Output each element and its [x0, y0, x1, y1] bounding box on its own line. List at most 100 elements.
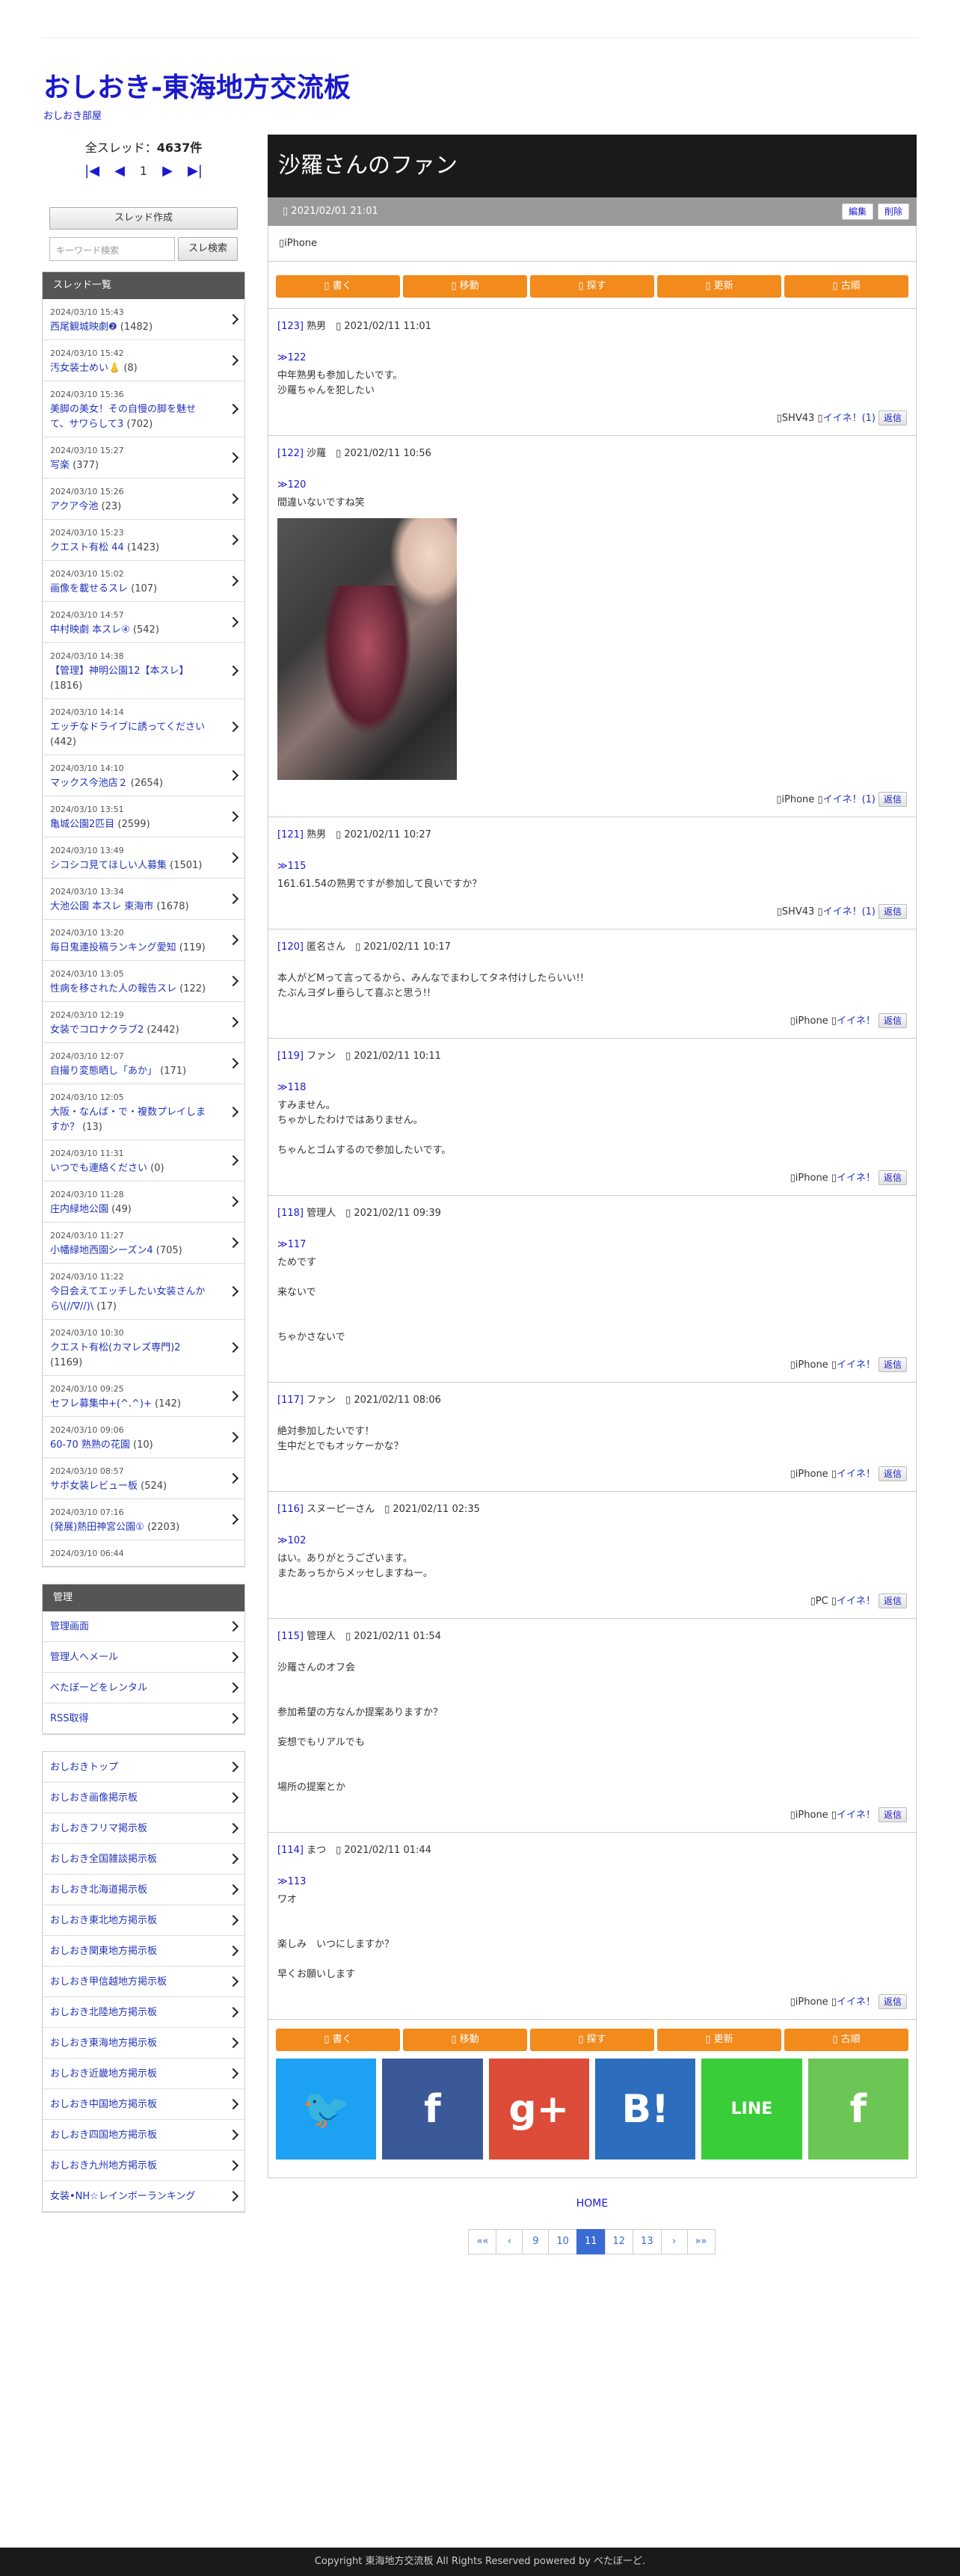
feedly-icon[interactable]: f: [807, 2059, 908, 2160]
admin-link[interactable]: 管理人へメール: [50, 1652, 118, 1663]
list-item[interactable]: 2024/03/10 12:19 女装でコロナクラブ2 (2442): [43, 1002, 244, 1043]
thread-link[interactable]: サボ女装レビュー板: [50, 1481, 138, 1492]
thread-link[interactable]: 大阪・なんば・で・複数プレイしますか？: [50, 1107, 206, 1133]
hatena-icon[interactable]: B!: [594, 2059, 696, 2160]
list-item[interactable]: 2024/03/10 13:20 毎日鬼連投稿ランキング愛知 (119): [43, 920, 244, 961]
list-item[interactable]: 2024/03/10 15:23 クエスト有松 44 (1423): [43, 520, 244, 561]
like-button[interactable]: イイネ！: [837, 1596, 876, 1607]
board-link[interactable]: おしおき東北地方掲示板: [50, 1915, 157, 1926]
list-item[interactable]: 2024/03/10 12:05 大阪・なんば・で・複数プレイしますか？ (13): [43, 1084, 244, 1140]
post-number[interactable]: [121]: [277, 829, 304, 840]
edit-button[interactable]: 編集: [841, 203, 873, 220]
board-link[interactable]: おしおきトップ: [50, 1762, 118, 1773]
list-item[interactable]: 2024/03/10 13:34 大池公園 本スレ 東海市 (1678): [43, 879, 244, 920]
board-link-item[interactable]: おしおき中国地方掲示板: [43, 2089, 244, 2120]
post-number[interactable]: [119]: [277, 1051, 304, 1062]
page-link[interactable]: »»: [686, 2229, 716, 2254]
post-number[interactable]: [115]: [277, 1631, 304, 1642]
reply-button[interactable]: 返信: [878, 1013, 907, 1028]
list-item[interactable]: 2024/03/10 13:51 亀城公園2匹目 (2599): [43, 796, 244, 837]
page-link[interactable]: 12: [604, 2229, 634, 2254]
reply-button[interactable]: 返信: [878, 1593, 907, 1608]
post-number[interactable]: [123]: [277, 321, 304, 332]
board-link[interactable]: おしおき北陸地方掲示板: [50, 2007, 157, 2018]
action-button[interactable]: ▯ 書く: [276, 2029, 400, 2051]
like-button[interactable]: イイネ！(1): [823, 906, 876, 917]
like-button[interactable]: イイネ！: [837, 1469, 876, 1480]
board-link-item[interactable]: おしおきトップ: [43, 1752, 244, 1783]
board-link[interactable]: おしおき甲信越地方掲示板: [50, 1976, 167, 1988]
admin-item[interactable]: 管理人へメール: [43, 1642, 244, 1673]
next-page-icon[interactable]: ▶: [162, 163, 173, 179]
thread-link[interactable]: 汚女装士めい👃: [50, 363, 120, 374]
admin-link[interactable]: RSS取得: [50, 1713, 89, 1724]
reply-button[interactable]: 返信: [878, 792, 907, 807]
board-link-item[interactable]: おしおき画像掲示板: [43, 1783, 244, 1813]
last-page-icon[interactable]: ▶|: [188, 163, 203, 179]
thread-link[interactable]: 毎日鬼連投稿ランキング愛知: [50, 942, 176, 953]
list-item[interactable]: 2024/03/10 15:26 アクア今池 (23): [43, 479, 244, 520]
search-button[interactable]: スレ検索: [178, 237, 238, 261]
like-button[interactable]: イイネ！: [837, 1810, 876, 1821]
board-link-item[interactable]: おしおき甲信越地方掲示板: [43, 1967, 244, 1997]
list-item[interactable]: 2024/03/10 13:49 シコシコ見てほしい人募集 (1501): [43, 837, 244, 879]
admin-link[interactable]: 管理画面: [50, 1621, 89, 1632]
thread-link[interactable]: エッチなドライブに誘ってください: [50, 722, 205, 733]
post-number[interactable]: [117]: [277, 1395, 304, 1406]
like-button[interactable]: イイネ！(1): [823, 794, 876, 805]
board-link[interactable]: おしおき四国地方掲示板: [50, 2130, 157, 2141]
post-reference[interactable]: ≫102: [277, 1534, 907, 1549]
list-item[interactable]: 2024/03/10 15:43 西尾観城映劇❷ (1482): [43, 299, 244, 340]
list-item[interactable]: 2024/03/10 15:42 汚女装士めい👃 (8): [43, 340, 244, 381]
thread-link[interactable]: 60-70 熟熟の花園: [50, 1439, 130, 1451]
board-link[interactable]: おしおき近畿地方掲示板: [50, 2068, 157, 2079]
reply-button[interactable]: 返信: [878, 1357, 907, 1372]
thread-link[interactable]: 庄内緑地公園: [50, 1204, 108, 1215]
reply-button[interactable]: 返信: [878, 1807, 907, 1822]
board-link[interactable]: おしおき九州地方掲示板: [50, 2160, 157, 2171]
board-link[interactable]: おしおき関東地方掲示板: [50, 1946, 157, 1957]
post-photo[interactable]: [277, 518, 457, 780]
thread-link[interactable]: 性病を移された人の報告スレ: [50, 983, 176, 995]
reply-button[interactable]: 返信: [878, 411, 907, 425]
site-subtitle[interactable]: おしおき部屋: [43, 108, 102, 122]
post-number[interactable]: [116]: [277, 1504, 304, 1515]
list-item[interactable]: 2024/03/10 10:30 クエスト有松(カマレズ専門)2 (1169): [43, 1320, 244, 1376]
reply-button[interactable]: 返信: [878, 1170, 907, 1185]
board-link[interactable]: おしおき北海道掲示板: [50, 1884, 147, 1896]
list-item[interactable]: 2024/03/10 11:28 庄内緑地公園 (49): [43, 1181, 244, 1223]
reply-button[interactable]: 返信: [878, 1994, 907, 2009]
like-button[interactable]: イイネ！(1): [823, 413, 876, 424]
board-link-item[interactable]: おしおき北陸地方掲示板: [43, 1997, 244, 2028]
list-item[interactable]: 2024/03/10 12:07 自撮り変態晒し「あか」 (171): [43, 1043, 244, 1084]
action-button[interactable]: ▯ 古順: [784, 2029, 908, 2051]
list-item[interactable]: 2024/03/10 15:02 画像を載せるスレ (107): [43, 561, 244, 602]
action-button[interactable]: ▯ 移動: [403, 2029, 527, 2051]
delete-button[interactable]: 削除: [877, 203, 909, 220]
thread-link[interactable]: クエスト有松(カマレズ専門)2: [50, 1342, 180, 1353]
board-link[interactable]: おしおき東海地方掲示板: [50, 2038, 157, 2049]
line-icon[interactable]: LINE: [701, 2059, 802, 2160]
like-button[interactable]: イイネ！: [837, 1359, 876, 1371]
like-button[interactable]: イイネ！: [837, 1172, 876, 1184]
list-item[interactable]: 2024/03/10 15:36 美脚の美女！その自慢の脚を魅せて、サワらして3 …: [43, 381, 244, 437]
site-title[interactable]: おしおき-東海地方交流板: [43, 66, 351, 105]
thread-link[interactable]: 画像を載せるスレ: [50, 583, 128, 594]
thread-link[interactable]: アクア今池: [50, 501, 98, 512]
twitter-icon[interactable]: 🐦: [276, 2059, 377, 2160]
page-link[interactable]: 9: [522, 2229, 550, 2254]
action-button[interactable]: ▯ 更新: [657, 275, 781, 298]
page-link[interactable]: 10: [548, 2229, 577, 2254]
board-link-item[interactable]: おしおき東海地方掲示板: [43, 2028, 244, 2059]
list-item[interactable]: 2024/03/10 08:57 サボ女装レビュー板 (524): [43, 1458, 244, 1499]
post-number[interactable]: [122]: [277, 448, 304, 459]
thread-link[interactable]: シコシコ見てほしい人募集: [50, 860, 167, 871]
list-item[interactable]: 2024/03/10 11:22 今日会えてエッチしたい女装さんから\(//∇//…: [43, 1264, 244, 1320]
board-link[interactable]: おしおき中国地方掲示板: [50, 2099, 157, 2110]
list-item[interactable]: 2024/03/10 14:10 マックス今池店２ (2654): [43, 755, 244, 796]
page-link[interactable]: 11: [576, 2229, 606, 2254]
post-number[interactable]: [118]: [277, 1208, 304, 1219]
prev-page-icon[interactable]: ◀: [114, 163, 125, 179]
thread-link[interactable]: マックス今池店２: [50, 778, 128, 789]
page-link[interactable]: ‹: [496, 2229, 523, 2254]
